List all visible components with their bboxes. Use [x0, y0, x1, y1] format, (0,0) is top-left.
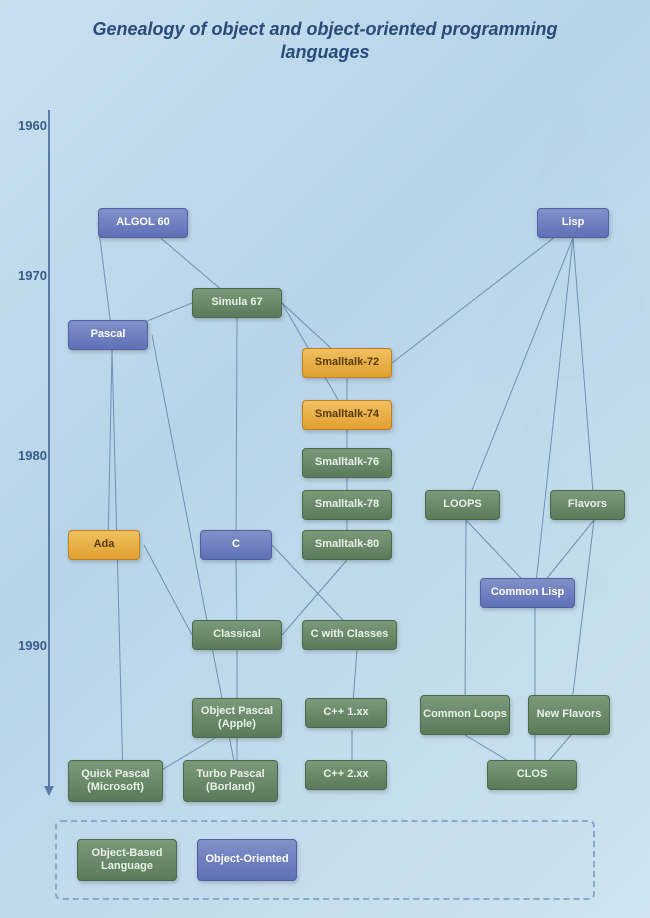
node-objectpascal: Object Pascal (Apple) [192, 698, 282, 738]
node-classical: Classical [192, 620, 282, 650]
node-ada: Ada [68, 530, 140, 560]
node-smalltalk76: Smalltalk-76 [302, 448, 392, 478]
node-flavors: Flavors [550, 490, 625, 520]
legend-box-blue: Object-Oriented [197, 839, 297, 881]
node-cpp1xx: C++ 1.xx [305, 698, 387, 728]
node-algol60: ALGOL 60 [98, 208, 188, 238]
node-lisp: Lisp [537, 208, 609, 238]
node-smalltalk80: Smalltalk-80 [302, 530, 392, 560]
node-smalltalk72: Smalltalk-72 [302, 348, 392, 378]
node-turbopascal: Turbo Pascal (Borland) [183, 760, 278, 802]
node-commonloops: Common Loops [420, 695, 510, 735]
node-pascal: Pascal [68, 320, 148, 350]
legend-box-green: Object-Based Language [77, 839, 177, 881]
title: Genealogy of object and object-oriented … [0, 0, 650, 75]
legend-item-green: Object-Based Language [77, 839, 177, 881]
node-smalltalk78: Smalltalk-78 [302, 490, 392, 520]
node-simula67: Simula 67 [192, 288, 282, 318]
legend: Object-Based Language Object-Oriented [55, 820, 595, 900]
legend-item-blue: Object-Oriented [197, 839, 297, 881]
node-cwithclasses: C with Classes [302, 620, 397, 650]
node-quickpascal: Quick Pascal (Microsoft) [68, 760, 163, 802]
chart-area: 1960 1970 1980 1990 [0, 90, 650, 788]
node-loops: LOOPS [425, 490, 500, 520]
node-c: C [200, 530, 272, 560]
node-cpp2xx: C++ 2.xx [305, 760, 387, 790]
connections-svg [0, 90, 650, 788]
node-clos: CLOS [487, 760, 577, 790]
node-newflavors: New Flavors [528, 695, 610, 735]
node-smalltalk74: Smalltalk-74 [302, 400, 392, 430]
node-commonlisp: Common Lisp [480, 578, 575, 608]
